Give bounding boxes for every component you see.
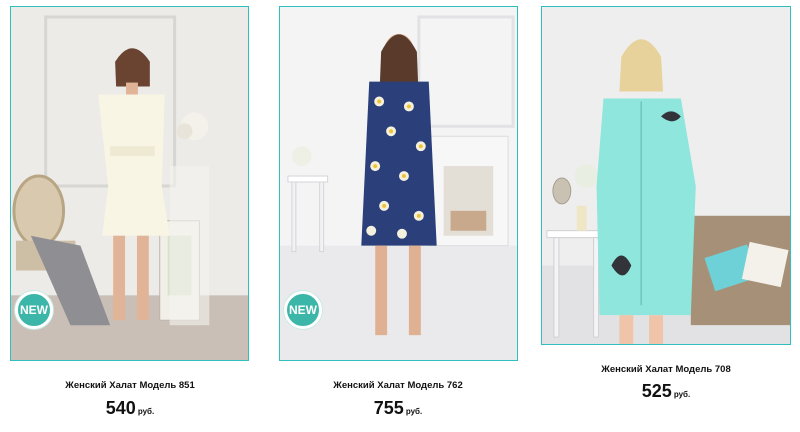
price-value: 755 [373, 398, 404, 418]
new-badge: NEW [15, 291, 53, 329]
product-price: 525 руб. [546, 381, 786, 402]
price-value: 540 [105, 398, 136, 418]
product-price: 755 руб. [278, 398, 518, 419]
product-title[interactable]: Женский Халат Модель 708 [546, 364, 786, 375]
price-currency: руб. [137, 407, 155, 416]
product-price: 540 руб. [10, 398, 250, 419]
new-badge: NEW [284, 291, 322, 329]
product-image-851[interactable]: NEW [10, 6, 249, 361]
product-title[interactable]: Женский Халат Модель 762 [278, 380, 518, 391]
price-value: 525 [641, 381, 672, 401]
product-image-708[interactable] [541, 6, 791, 345]
price-currency: руб. [405, 407, 423, 416]
product-image-762[interactable]: NEW [279, 6, 518, 361]
robe-photo-mint [542, 7, 790, 344]
price-currency: руб. [673, 390, 691, 399]
product-title[interactable]: Женский Халат Модель 851 [10, 380, 250, 391]
